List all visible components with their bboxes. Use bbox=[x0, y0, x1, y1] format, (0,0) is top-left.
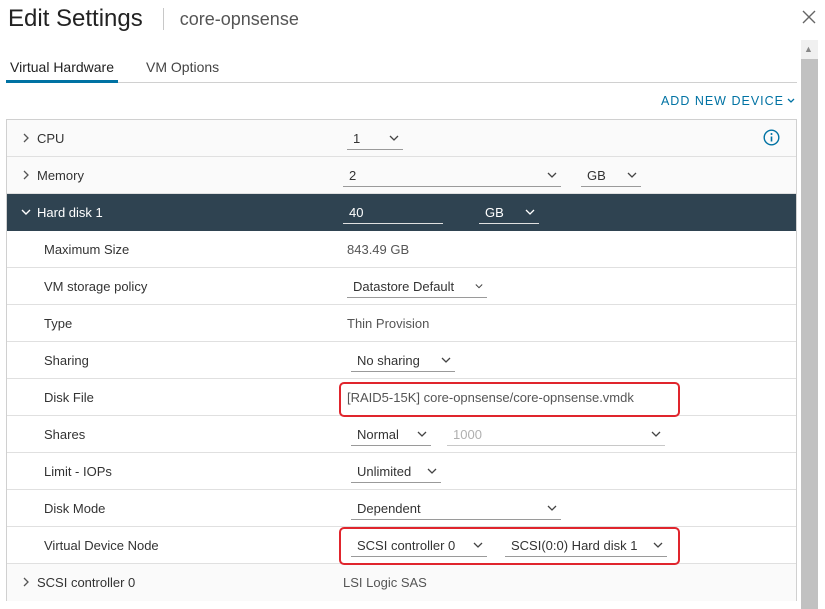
storage-policy-row: VM storage policy Datastore Default bbox=[7, 268, 796, 305]
shares-amount-select: 1000 bbox=[447, 424, 665, 446]
hard-disk-size-value: 40 bbox=[349, 205, 364, 220]
memory-select[interactable]: 2 bbox=[343, 165, 561, 187]
storage-policy-value: Datastore Default bbox=[353, 279, 455, 294]
scsi-controller-row: SCSI controller 0 LSI Logic SAS bbox=[7, 564, 796, 601]
sharing-value: No sharing bbox=[357, 353, 420, 368]
memory-row: Memory 2 GB bbox=[7, 157, 796, 194]
memory-unit-select[interactable]: GB bbox=[581, 165, 641, 187]
sharing-row: Sharing No sharing bbox=[7, 342, 796, 379]
disk-file-label: Disk File bbox=[44, 390, 94, 405]
tab-bar: Virtual Hardware VM Options bbox=[6, 56, 797, 83]
expand-chevron-icon[interactable] bbox=[21, 577, 31, 587]
scsi-controller-label: SCSI controller 0 bbox=[37, 575, 136, 590]
disk-mode-row: Disk Mode Dependent bbox=[7, 490, 796, 527]
max-size-row: Maximum Size 843.49 GB bbox=[7, 231, 796, 268]
limit-iops-value: Unlimited bbox=[357, 464, 412, 479]
info-icon[interactable] bbox=[763, 129, 780, 146]
title-divider bbox=[162, 8, 164, 30]
add-new-device-button[interactable]: ADD NEW DEVICE bbox=[661, 94, 795, 108]
chevron-down-icon bbox=[651, 431, 661, 437]
chevron-down-icon bbox=[427, 468, 437, 474]
type-label: Type bbox=[44, 316, 73, 331]
memory-value: 2 bbox=[349, 168, 357, 183]
tab-vm-options[interactable]: VM Options bbox=[142, 56, 223, 83]
shares-label: Shares bbox=[44, 427, 86, 442]
chevron-down-icon bbox=[475, 284, 483, 289]
shares-select[interactable]: Normal bbox=[351, 424, 431, 446]
chevron-down-icon bbox=[627, 172, 637, 178]
memory-label: Memory bbox=[37, 168, 84, 183]
cpu-row: CPU 1 bbox=[7, 120, 796, 157]
limit-iops-label: Limit - IOPs bbox=[44, 464, 112, 479]
max-size-value: 843.49 GB bbox=[347, 242, 410, 257]
chevron-down-icon bbox=[787, 98, 795, 103]
expand-chevron-icon[interactable] bbox=[21, 170, 31, 180]
hard-disk-label: Hard disk 1 bbox=[37, 205, 103, 220]
vm-name: core-opnsense bbox=[179, 8, 299, 29]
chevron-down-icon bbox=[547, 505, 557, 511]
close-icon[interactable] bbox=[800, 8, 818, 26]
chevron-down-icon bbox=[547, 172, 557, 178]
scroll-up-arrow-icon[interactable]: ▲ bbox=[804, 44, 813, 54]
cpu-value: 1 bbox=[353, 131, 361, 146]
cpu-label: CPU bbox=[37, 131, 65, 146]
limit-iops-row: Limit - IOPs Unlimited bbox=[7, 453, 796, 490]
scrollbar-thumb[interactable] bbox=[801, 59, 818, 609]
vdn-label: Virtual Device Node bbox=[44, 538, 159, 553]
cpu-select[interactable]: 1 bbox=[347, 128, 403, 150]
shares-amount: 1000 bbox=[453, 427, 482, 442]
chevron-down-icon bbox=[417, 431, 427, 437]
max-size-label: Maximum Size bbox=[44, 242, 130, 257]
disk-mode-select[interactable]: Dependent bbox=[351, 498, 561, 520]
chevron-down-icon bbox=[525, 209, 535, 215]
tab-virtual-hardware[interactable]: Virtual Hardware bbox=[6, 56, 119, 83]
hard-disk-row: Hard disk 1 40 GB bbox=[7, 194, 796, 231]
add-new-device-label: ADD NEW DEVICE bbox=[660, 94, 784, 108]
disk-file-highlight bbox=[339, 382, 680, 417]
storage-policy-select[interactable]: Datastore Default bbox=[347, 276, 487, 298]
type-value: Thin Provision bbox=[347, 316, 430, 331]
chevron-down-icon bbox=[389, 135, 399, 141]
shares-value: Normal bbox=[357, 427, 399, 442]
collapse-chevron-icon[interactable] bbox=[21, 207, 31, 217]
hard-disk-unit-select[interactable]: GB bbox=[479, 202, 539, 224]
hard-disk-size-input[interactable]: 40 bbox=[343, 202, 443, 224]
disk-mode-value: Dependent bbox=[357, 501, 421, 516]
type-row: Type Thin Provision bbox=[7, 305, 796, 342]
scsi-controller-value: LSI Logic SAS bbox=[343, 575, 427, 590]
hard-disk-unit: GB bbox=[485, 205, 504, 220]
storage-policy-label: VM storage policy bbox=[44, 279, 148, 294]
dialog-header: Edit Settings core-opnsense bbox=[8, 4, 299, 34]
memory-unit: GB bbox=[587, 168, 606, 183]
limit-iops-select[interactable]: Unlimited bbox=[351, 461, 441, 483]
expand-chevron-icon[interactable] bbox=[21, 133, 31, 143]
disk-mode-label: Disk Mode bbox=[44, 501, 106, 516]
dialog-title: Edit Settings bbox=[8, 5, 143, 32]
sharing-select[interactable]: No sharing bbox=[351, 350, 455, 372]
shares-row: Shares Normal 1000 bbox=[7, 416, 796, 453]
chevron-down-icon bbox=[441, 357, 451, 363]
vdn-highlight bbox=[339, 527, 680, 565]
sharing-label: Sharing bbox=[44, 353, 89, 368]
